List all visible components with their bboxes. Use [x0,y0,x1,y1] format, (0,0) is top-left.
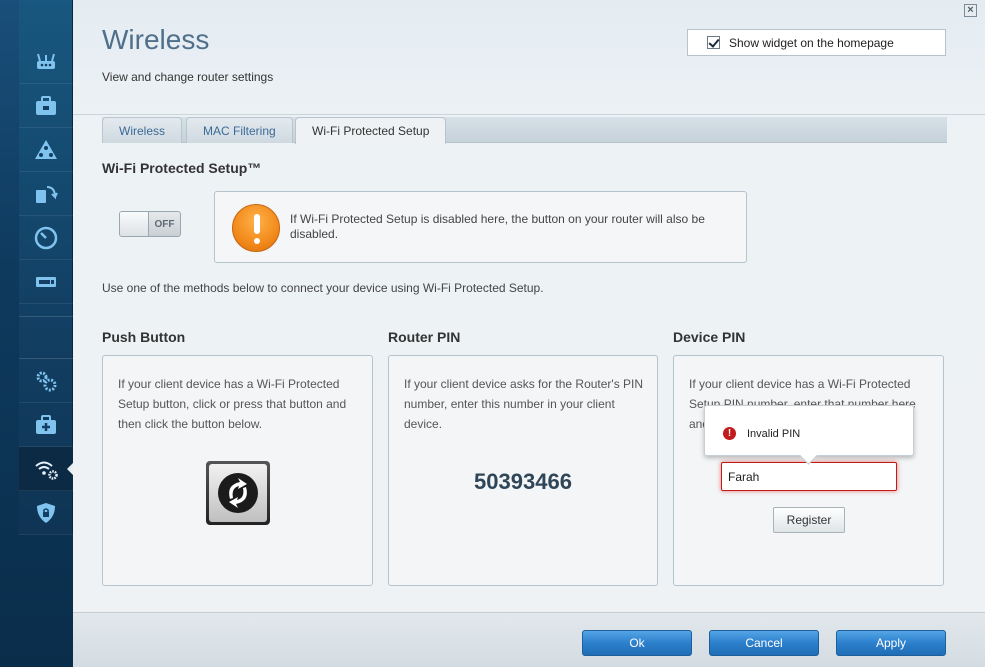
device-pin-input[interactable] [721,462,897,491]
troubleshooting-icon[interactable] [19,403,73,447]
close-icon[interactable]: × [964,4,977,17]
wps-push-button[interactable] [206,461,270,525]
error-icon: ! [723,427,736,440]
router-pin-value: 50393466 [474,469,572,494]
register-button[interactable]: Register [773,507,845,533]
router-pin-title: Router PIN [388,329,461,345]
tab-wifi-protected-setup[interactable]: Wi-Fi Protected Setup [295,117,447,144]
push-button-text: If your client device has a Wi-Fi Protec… [118,377,347,431]
wireless-settings-icon[interactable] [19,447,74,491]
error-tooltip: ! Invalid PIN [704,405,914,456]
router-pin-card: If your client device asks for the Route… [388,355,658,586]
checkbox-checked-icon[interactable] [707,36,720,49]
warning-box: If Wi-Fi Protected Setup is disabled her… [214,191,747,263]
network-map-icon[interactable] [19,128,73,172]
main-panel: × Wireless View and change router settin… [73,0,985,667]
show-widget-checkbox[interactable]: Show widget on the homepage [687,29,946,56]
error-text: Invalid PIN [747,428,801,440]
device-pin-card: If your client device has a Wi-Fi Protec… [673,355,944,586]
tab-wireless[interactable]: Wireless [102,117,183,143]
page-subtitle: View and change router settings [102,70,274,84]
warning-icon [232,204,280,252]
toggle-label: OFF [154,218,175,230]
warning-text: If Wi-Fi Protected Setup is disabled her… [290,212,705,241]
show-widget-label: Show widget on the homepage [729,35,894,50]
apply-button[interactable]: Apply [836,630,946,656]
ok-button[interactable]: Ok [582,630,692,656]
settings-gears-icon[interactable] [19,359,73,403]
speed-test-icon[interactable] [19,216,73,260]
connectivity-icon[interactable] [19,172,73,216]
push-button-card: If your client device has a Wi-Fi Protec… [102,355,373,586]
device-pin-title: Device PIN [673,329,746,345]
footer-bar: Ok Cancel Apply [73,612,985,667]
instructions-text: Use one of the methods below to connect … [102,281,544,295]
wps-toggle[interactable]: OFF [119,211,181,237]
security-icon[interactable] [19,491,73,535]
cancel-button[interactable]: Cancel [709,630,819,656]
page-title: Wireless [102,24,210,55]
left-nav [19,0,74,535]
wps-section-title: Wi-Fi Protected Setup™ [102,160,262,176]
push-button-title: Push Button [102,329,186,345]
wps-arrows-icon [218,473,258,513]
toggle-knob[interactable] [120,212,149,236]
toolbox-icon[interactable] [19,84,73,128]
tab-bar: Wireless MAC Filtering Wi-Fi Protected S… [102,117,947,144]
usb-storage-icon[interactable] [19,260,73,304]
router-icon[interactable] [19,40,73,84]
router-pin-text: If your client device asks for the Route… [404,377,644,431]
tab-mac-filtering[interactable]: MAC Filtering [186,117,293,143]
